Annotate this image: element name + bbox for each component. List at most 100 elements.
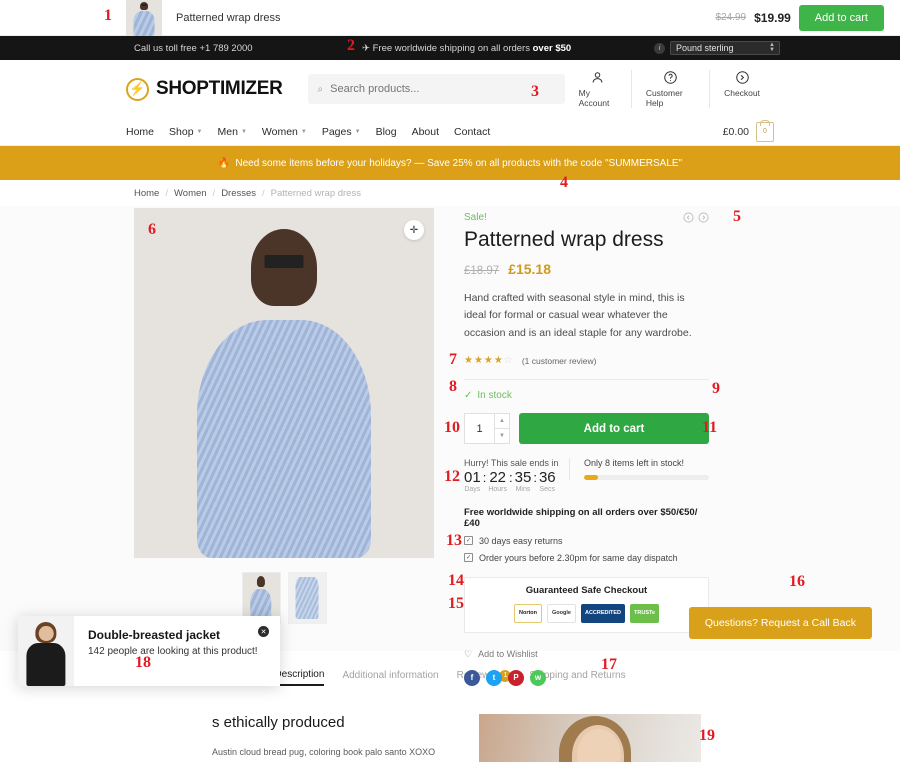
chevron-left-circle-icon[interactable] bbox=[683, 212, 694, 223]
tab-panel-description: s ethically produced Austin cloud bread … bbox=[0, 686, 900, 762]
cart-total: £0.00 bbox=[722, 125, 749, 138]
header-action-checkout[interactable]: Checkout bbox=[709, 70, 774, 108]
site-header: ⚡ SHOPTIMIZER ⌕ My Account Customer Help… bbox=[0, 60, 900, 118]
description-image bbox=[479, 714, 701, 762]
twitter-icon[interactable]: t bbox=[486, 669, 502, 686]
chevron-down-icon: ▼ bbox=[196, 128, 203, 135]
nav-item-blog[interactable]: Blog bbox=[376, 126, 397, 138]
google-trusted-store-badge-icon: Google bbox=[547, 603, 576, 623]
gallery-thumbnail[interactable] bbox=[287, 572, 327, 624]
add-to-wishlist-button[interactable]: ♡ Add to Wishlist bbox=[464, 649, 709, 660]
cart-widget[interactable]: £0.00 0 bbox=[722, 121, 774, 142]
countdown-hours-label: Hours bbox=[488, 485, 507, 493]
sticky-add-to-cart-button[interactable]: Add to cart bbox=[798, 4, 884, 31]
shipping-promo-text: ✈ Free worldwide shipping on all orders … bbox=[362, 42, 572, 54]
tab-additional-information[interactable]: Additional information bbox=[342, 670, 438, 685]
description-subtext: Austin cloud bread pug, coloring book pa… bbox=[212, 747, 436, 757]
social-share-bar: f t P w bbox=[464, 669, 709, 686]
annotation-marker-17: 17 bbox=[601, 656, 617, 673]
whatsapp-icon[interactable]: w bbox=[530, 669, 546, 686]
breadcrumb-item-women[interactable]: Women bbox=[174, 188, 207, 199]
currency-selector[interactable]: Pound sterling ▲ ▼ bbox=[670, 41, 780, 55]
stock-progress-fill bbox=[584, 475, 598, 481]
chevron-down-icon: ▼ bbox=[354, 128, 361, 135]
annotation-marker-8: 8 bbox=[449, 378, 457, 395]
breadcrumb-item-home[interactable]: Home bbox=[134, 188, 159, 199]
annotation-marker-9: 9 bbox=[712, 380, 720, 397]
popup-product-title[interactable]: Double-breasted jacket bbox=[88, 628, 268, 642]
header-action-my-account[interactable]: My Account bbox=[565, 70, 631, 108]
nav-item-men[interactable]: Men ▼ bbox=[218, 126, 247, 138]
header-action-label: Checkout bbox=[724, 88, 760, 98]
tab-description[interactable]: Description bbox=[274, 669, 325, 686]
quantity-value[interactable]: 1 bbox=[465, 414, 494, 443]
description-heading: s ethically produced bbox=[212, 714, 345, 731]
nav-item-pages[interactable]: Pages ▼ bbox=[322, 126, 361, 138]
chevron-down-icon: ▼ bbox=[240, 128, 247, 135]
truste-badge-icon: TRUSTe bbox=[630, 603, 660, 623]
product-page: Patterned wrap dress $24.99 $19.99 Add t… bbox=[0, 0, 900, 762]
quantity-decrease-button[interactable]: ▼ bbox=[495, 428, 509, 443]
nav-item-women[interactable]: Women ▼ bbox=[262, 126, 307, 138]
close-icon[interactable]: ✕ bbox=[258, 626, 269, 637]
sticky-product-title: Patterned wrap dress bbox=[176, 11, 281, 24]
header-actions: My Account Customer Help Checkout bbox=[565, 70, 774, 108]
safe-checkout-title: Guaranteed Safe Checkout bbox=[525, 584, 648, 596]
annotation-marker-14: 14 bbox=[448, 572, 464, 589]
urgency-block: Hurry! This sale ends in 01 Days : 22 Hour… bbox=[464, 458, 709, 493]
annotation-marker-16: 16 bbox=[789, 573, 805, 590]
star-rating-icon: ★★★★☆ bbox=[464, 355, 514, 367]
quantity-stepper[interactable]: 1 ▲ ▼ bbox=[464, 413, 510, 445]
expand-icon[interactable]: ✛ bbox=[404, 220, 424, 240]
search-box[interactable]: ⌕ bbox=[307, 74, 565, 104]
product-main-image[interactable]: ✛ bbox=[134, 208, 434, 558]
shopping-bag-icon: 0 bbox=[756, 121, 774, 142]
chevron-right-circle-icon[interactable] bbox=[698, 212, 709, 223]
review-count-link[interactable]: (1 customer review) bbox=[522, 356, 597, 366]
check-icon: ✓ bbox=[464, 390, 473, 402]
request-callback-button[interactable]: Questions? Request a Call Back bbox=[688, 607, 872, 639]
sale-badge: Sale! bbox=[464, 212, 487, 223]
norton-badge-icon: Norton bbox=[513, 603, 543, 623]
annotation-marker-11: 11 bbox=[702, 419, 718, 436]
stock-meter: Only 8 items left in stock! bbox=[569, 458, 709, 481]
nav-item-contact[interactable]: Contact bbox=[454, 126, 490, 138]
facebook-icon[interactable]: f bbox=[464, 669, 480, 686]
add-to-cart-button[interactable]: Add to cart bbox=[519, 413, 709, 445]
annotation-marker-7: 7 bbox=[449, 351, 457, 368]
shipping-perk: ✓ Order yours before 2.30pm for same day… bbox=[464, 552, 678, 563]
product-summary: Sale! Patterned wrap dress £18.97 £15.18… bbox=[464, 206, 709, 686]
add-to-cart-row: 1 ▲ ▼ Add to cart bbox=[464, 413, 709, 445]
lightning-bolt-icon: ⚡ bbox=[126, 77, 149, 101]
annotation-marker-3: 3 bbox=[531, 83, 539, 100]
nav-item-about[interactable]: About bbox=[412, 126, 439, 138]
annotation-marker-12: 12 bbox=[444, 468, 460, 485]
breadcrumb-current: Patterned wrap dress bbox=[270, 187, 361, 199]
stock-status: ✓ In stock bbox=[464, 390, 512, 402]
annotation-marker-15: 15 bbox=[448, 595, 464, 612]
search-input[interactable] bbox=[330, 83, 555, 95]
nav-item-home[interactable]: Home bbox=[126, 126, 154, 138]
header-action-customer-help[interactable]: Customer Help bbox=[630, 70, 709, 108]
nav-item-shop[interactable]: Shop ▼ bbox=[169, 126, 202, 138]
breadcrumb-item-dresses[interactable]: Dresses bbox=[221, 188, 256, 199]
arrow-right-circle-icon bbox=[735, 71, 749, 84]
pinterest-icon[interactable]: P bbox=[508, 669, 524, 686]
sticky-product-thumbnail bbox=[126, 0, 162, 36]
site-logo[interactable]: ⚡ SHOPTIMIZER bbox=[126, 77, 283, 101]
stock-remaining-text: Only 8 items left in stock! bbox=[584, 458, 685, 469]
top-utility-bar: Call us toll free +1 789 2000 ✈ Free wor… bbox=[0, 36, 900, 60]
sticky-add-to-cart-bar: Patterned wrap dress $24.99 $19.99 Add t… bbox=[0, 0, 900, 36]
promo-text: Need some items before your holidays? — … bbox=[235, 157, 683, 169]
sticky-price-old: $24.99 bbox=[715, 12, 747, 23]
annotation-marker-13: 13 bbox=[446, 532, 462, 549]
header-action-label: My Account bbox=[578, 88, 610, 108]
chevron-updown-icon: ▲ ▼ bbox=[769, 42, 775, 53]
countdown-days-value: 01 bbox=[464, 469, 481, 487]
countdown-timer: Hurry! This sale ends in 01 Days : 22 Hour… bbox=[464, 458, 569, 493]
quantity-increase-button[interactable]: ▲ bbox=[495, 414, 509, 428]
info-icon: i bbox=[654, 42, 665, 54]
user-icon bbox=[592, 72, 603, 83]
checkbox-icon: ✓ bbox=[464, 536, 473, 546]
checkbox-icon: ✓ bbox=[464, 553, 473, 563]
